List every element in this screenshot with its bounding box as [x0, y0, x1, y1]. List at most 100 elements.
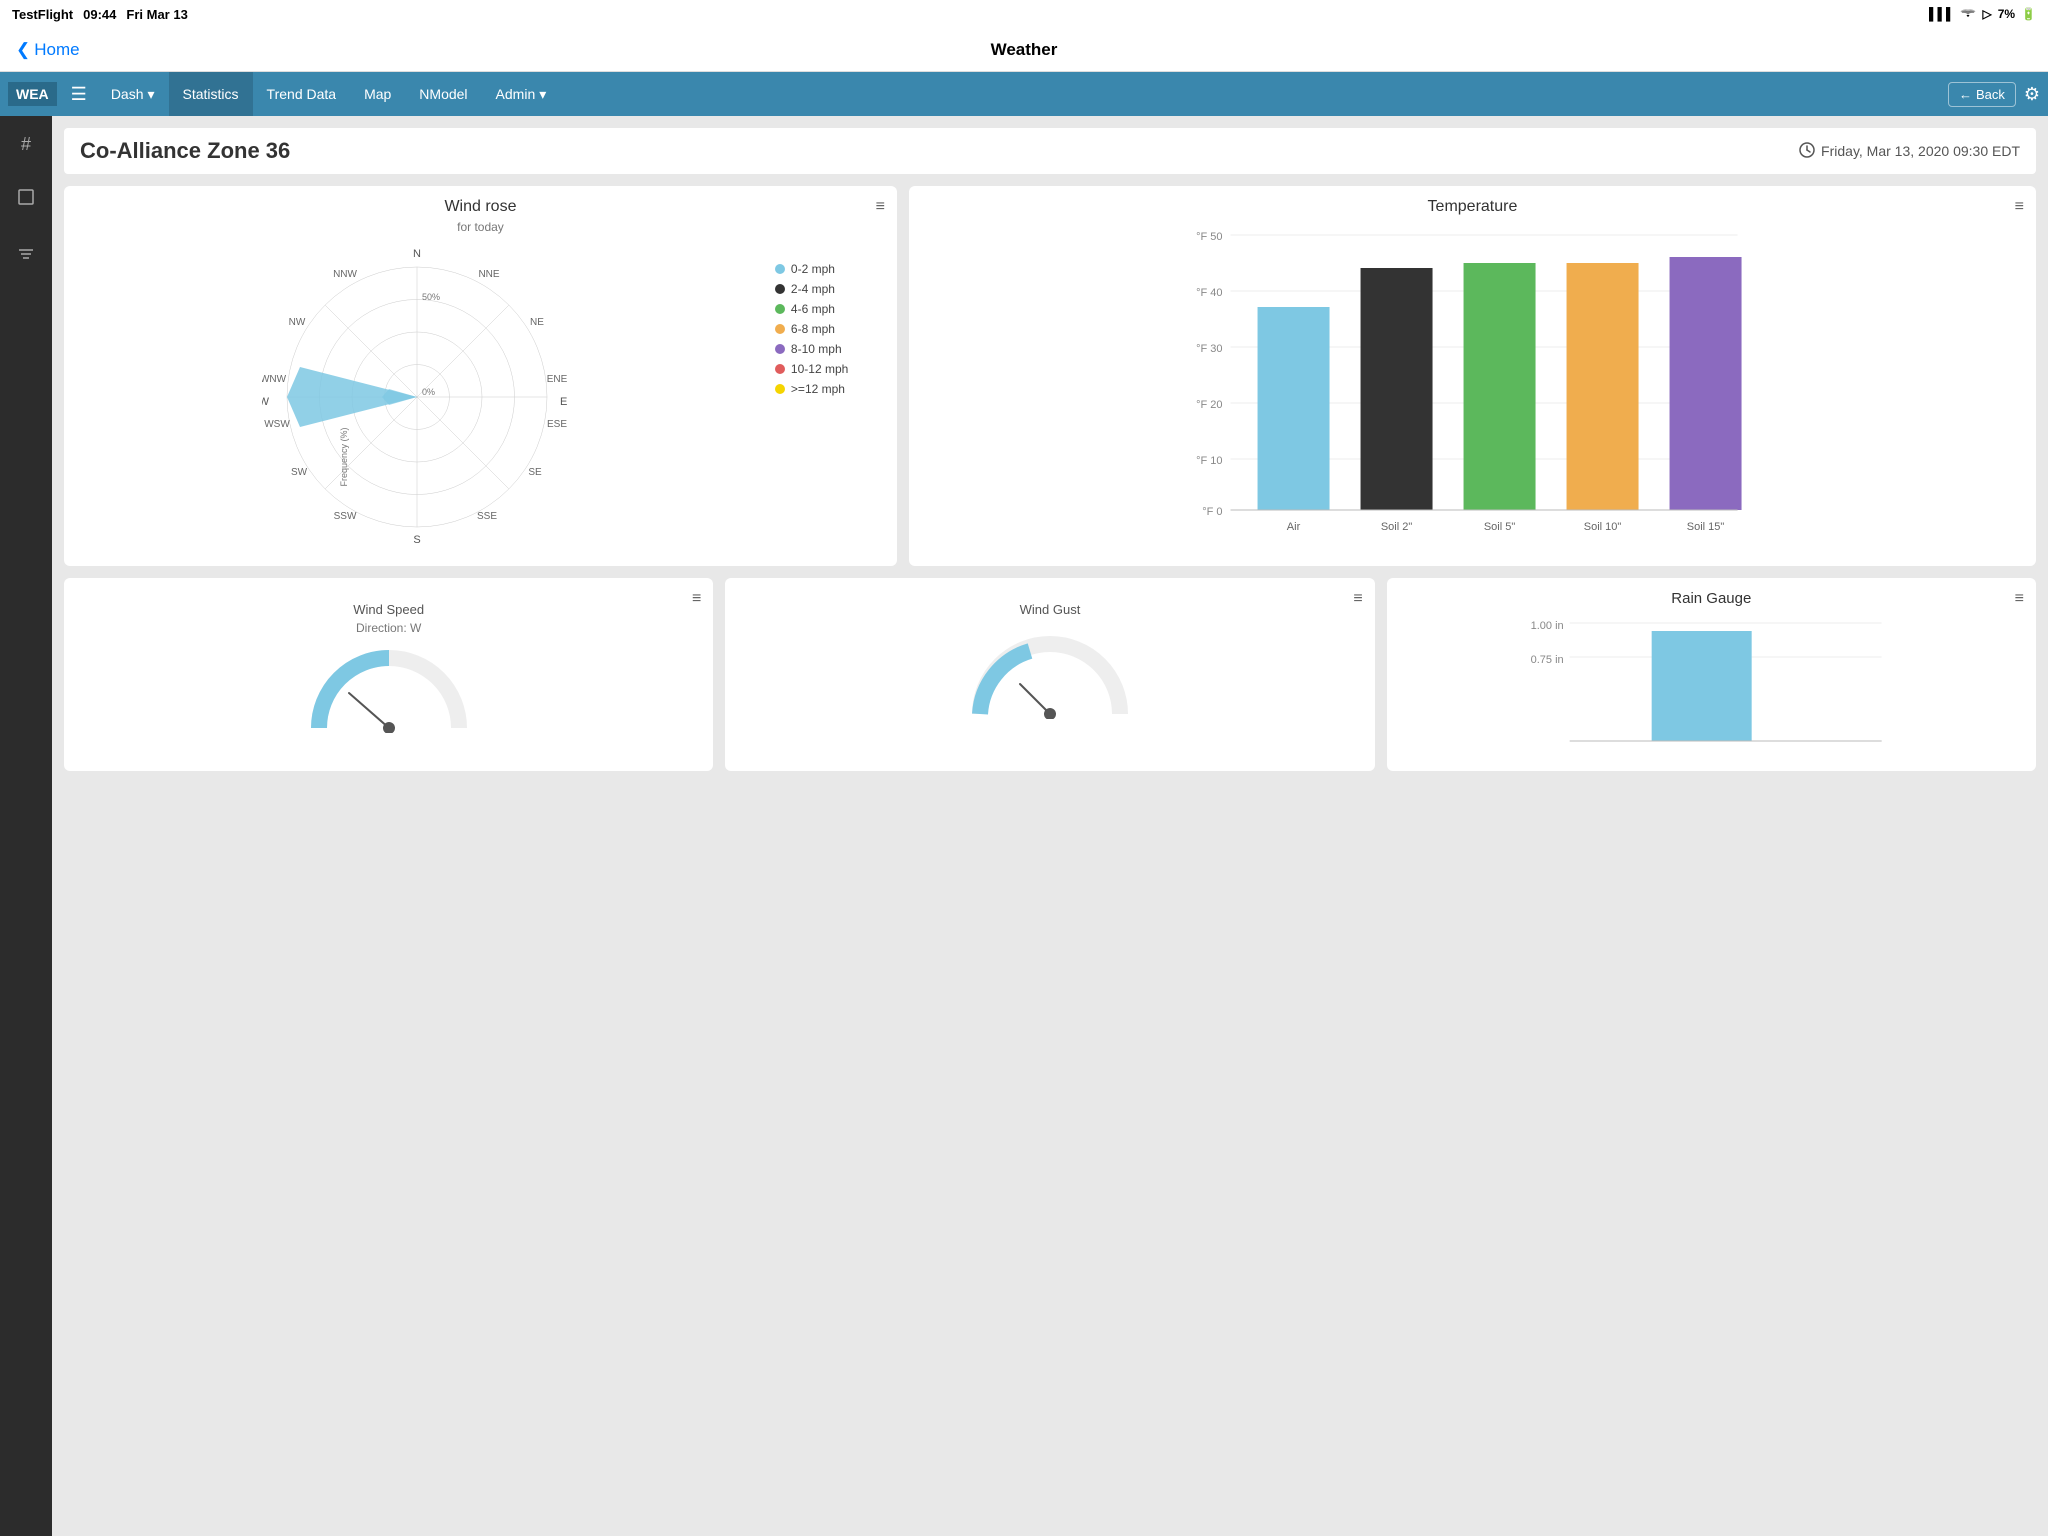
page-title: Weather: [991, 40, 1058, 60]
legend-label-8-10: 8-10 mph: [791, 342, 842, 356]
back-button[interactable]: ← Back: [1948, 82, 2016, 107]
nav-item-trend-data[interactable]: Trend Data: [253, 72, 351, 116]
nav-statistics-label: Statistics: [183, 86, 239, 102]
wind-rose-container: N NNE NE ENE E ESE SE SSE S SSW SW WSW: [76, 242, 885, 552]
zone-title: Co-Alliance Zone 36: [80, 138, 290, 164]
svg-text:°F 20: °F 20: [1196, 399, 1222, 411]
svg-text:°F 10: °F 10: [1196, 455, 1222, 467]
date-time-text: Friday, Mar 13, 2020 09:30 EDT: [1821, 143, 2020, 159]
wind-speed-menu[interactable]: ≡: [692, 590, 701, 608]
nav-map-label: Map: [364, 86, 391, 102]
svg-text:ESE: ESE: [547, 419, 567, 430]
temperature-menu[interactable]: ≡: [2015, 198, 2024, 216]
wind-rose-card: ≡ Wind rose for today: [64, 186, 897, 566]
nav-item-nmodel[interactable]: NModel: [405, 72, 481, 116]
svg-text:WNW: WNW: [262, 374, 287, 385]
rain-bar: [1651, 631, 1751, 741]
legend-12-plus: >=12 mph: [775, 382, 885, 396]
svg-text:SW: SW: [291, 467, 308, 478]
svg-text:WSW: WSW: [265, 419, 291, 430]
svg-text:Air: Air: [1287, 521, 1301, 533]
bar-soil-5: [1463, 263, 1535, 510]
svg-text:NW: NW: [289, 317, 306, 328]
legend-label-2-4: 2-4 mph: [791, 282, 835, 296]
svg-text:1.00 in: 1.00 in: [1530, 620, 1563, 632]
legend-dot-12-plus: [775, 384, 785, 394]
svg-text:°F 0: °F 0: [1202, 506, 1222, 518]
svg-text:Soil 5": Soil 5": [1484, 521, 1516, 533]
rain-gauge-card: ≡ Rain Gauge 1.00 in 0.75 in: [1387, 578, 2036, 771]
wind-gust-menu[interactable]: ≡: [1353, 590, 1362, 608]
rain-gauge-menu[interactable]: ≡: [2015, 590, 2024, 608]
rain-gauge-chart: 1.00 in 0.75 in: [1399, 611, 2024, 756]
legend-dot-10-12: [775, 364, 785, 374]
nav-dash-label: Dash: [111, 86, 144, 102]
signal-icon: ▌▌▌: [1929, 7, 1955, 21]
page-header: Co-Alliance Zone 36 Friday, Mar 13, 2020…: [64, 128, 2036, 174]
nav-item-statistics[interactable]: Statistics: [169, 72, 253, 116]
status-left: TestFlight 09:44 Fri Mar 13: [12, 7, 188, 22]
wind-gust-gauge: [970, 629, 1130, 719]
legend-dot-2-4: [775, 284, 785, 294]
hamburger-button[interactable]: ☰: [61, 84, 97, 105]
wind-legend: 0-2 mph 2-4 mph 4-6 mph 6-8 mph: [775, 242, 885, 396]
wind-gust-content: Wind Gust: [737, 590, 1362, 719]
home-label[interactable]: Home: [34, 40, 79, 60]
nav-admin-dropdown-icon: ▾: [539, 86, 546, 103]
legend-label-4-6: 4-6 mph: [791, 302, 835, 316]
date-time: Friday, Mar 13, 2020 09:30 EDT: [1799, 142, 2020, 161]
wind-rose-chart: N NNE NE ENE E ESE SE SSE S SSW SW WSW: [76, 242, 759, 552]
bar-air: [1257, 307, 1329, 510]
svg-text:0.75 in: 0.75 in: [1530, 654, 1563, 666]
legend-8-10: 8-10 mph: [775, 342, 885, 356]
temperature-chart: °F 50 °F 40 °F 30 °F 20 °F 10 °F 0: [921, 220, 2024, 550]
chevron-left-icon: ❮: [16, 40, 30, 60]
filter-icon[interactable]: [8, 236, 44, 277]
legend-2-4: 2-4 mph: [775, 282, 885, 296]
wind-speed-card: ≡ Wind Speed Direction: W: [64, 578, 713, 771]
svg-text:NE: NE: [531, 317, 545, 328]
top-nav: ❮ Home Weather: [0, 28, 2048, 72]
legend-dot-6-8: [775, 324, 785, 334]
svg-text:W: W: [262, 396, 270, 408]
crop-icon[interactable]: [8, 179, 44, 220]
nav-item-map[interactable]: Map: [350, 72, 405, 116]
location-icon: ▷: [1982, 7, 1991, 21]
svg-text:°F 40: °F 40: [1196, 287, 1222, 299]
sidebar: #: [0, 116, 52, 1536]
nav-item-admin[interactable]: Admin ▾: [482, 72, 561, 116]
wind-rose-menu[interactable]: ≡: [876, 198, 885, 216]
svg-text:0%: 0%: [422, 387, 435, 397]
svg-text:Soil 10": Soil 10": [1584, 521, 1622, 533]
nav-admin-label: Admin: [496, 86, 536, 102]
svg-text:SSW: SSW: [334, 511, 357, 522]
nav-right: ← Back ⚙: [1948, 82, 2040, 107]
wind-rose-title: Wind rose: [76, 198, 885, 216]
wind-direction-label: Direction: W: [356, 621, 421, 635]
legend-6-8: 6-8 mph: [775, 322, 885, 336]
app-header: WEA ☰ Dash ▾ Statistics Trend Data Map N…: [0, 72, 2048, 116]
legend-10-12: 10-12 mph: [775, 362, 885, 376]
hash-icon[interactable]: #: [13, 126, 39, 163]
top-cards-row: ≡ Wind rose for today: [64, 186, 2036, 566]
bar-soil-15: [1669, 257, 1741, 510]
back-label: Back: [1976, 87, 2005, 102]
date: Fri Mar 13: [126, 7, 187, 22]
main-layout: # Co-Alliance Zone 36 Friday, Mar 13, 20…: [0, 116, 2048, 1536]
legend-dot-0-2: [775, 264, 785, 274]
time: 09:44: [83, 7, 116, 22]
wind-speed-gauge: [309, 643, 469, 733]
legend-label-6-8: 6-8 mph: [791, 322, 835, 336]
bar-soil-2: [1360, 268, 1432, 510]
svg-text:SSE: SSE: [477, 511, 497, 522]
home-link[interactable]: ❮ Home: [16, 40, 80, 60]
svg-text:Soil 2": Soil 2": [1381, 521, 1413, 533]
svg-text:°F 50: °F 50: [1196, 231, 1222, 243]
legend-0-2: 0-2 mph: [775, 262, 885, 276]
nav-item-dash[interactable]: Dash ▾: [97, 72, 169, 116]
nav-nmodel-label: NModel: [419, 86, 467, 102]
content-area: Co-Alliance Zone 36 Friday, Mar 13, 2020…: [52, 116, 2048, 1536]
gear-button[interactable]: ⚙: [2024, 84, 2040, 105]
status-right: ▌▌▌ ▷ 7% 🔋: [1929, 7, 2036, 22]
nav-dash-dropdown-icon: ▾: [148, 86, 155, 103]
